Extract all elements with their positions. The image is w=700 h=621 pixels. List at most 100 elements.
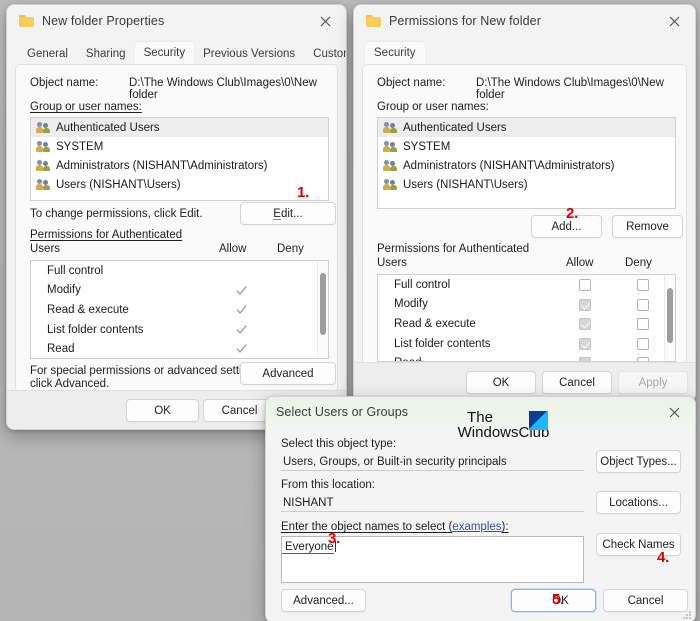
- examples-link[interactable]: examples: [452, 521, 501, 533]
- dialog1-tabstrip: General Sharing Security Previous Versio…: [7, 41, 346, 64]
- allow-check-icon: [235, 323, 248, 336]
- dialog1-title: New folder Properties: [42, 14, 165, 28]
- permissions-scrollbar[interactable]: [317, 261, 328, 358]
- ok-button[interactable]: OK: [126, 399, 199, 422]
- advanced-button[interactable]: Advanced: [240, 362, 336, 385]
- deny-checkbox[interactable]: [637, 337, 649, 350]
- dialog1-titlebar: New folder Properties: [7, 5, 346, 37]
- cancel-button[interactable]: Cancel: [603, 589, 688, 612]
- users-icon: [383, 121, 397, 134]
- permissions-for-label-line1: Permissions for Authenticated: [30, 229, 182, 241]
- permissions-for-new-folder-dialog: Permissions for New folder Security Obje…: [353, 4, 696, 402]
- cancel-button-label: Cancel: [627, 594, 664, 607]
- tab-security[interactable]: Security: [365, 42, 425, 64]
- close-icon[interactable]: [653, 5, 695, 37]
- cancel-button[interactable]: Cancel: [542, 371, 612, 394]
- scrollbar-thumb[interactable]: [667, 288, 673, 343]
- list-item[interactable]: Users (NISHANT\Users): [31, 175, 328, 194]
- location-value[interactable]: NISHANT: [281, 494, 584, 512]
- permission-label: List folder contents: [394, 337, 491, 350]
- list-item[interactable]: Administrators (NISHANT\Administrators): [378, 156, 675, 175]
- list-item-label: Administrators (NISHANT\Administrators): [403, 159, 615, 172]
- permission-row[interactable]: Modify: [378, 295, 675, 315]
- tab-security[interactable]: Security: [134, 42, 195, 64]
- permission-row[interactable]: Read: [378, 353, 675, 361]
- resize-grip-icon[interactable]: [683, 611, 692, 620]
- desktop-background: New folder Properties General Sharing Se…: [0, 0, 700, 621]
- group-label-text: Group or user names:: [377, 101, 489, 113]
- tab-general[interactable]: General: [18, 45, 77, 64]
- edit-button[interactable]: Edit...: [240, 202, 336, 225]
- list-item[interactable]: Administrators (NISHANT\Administrators): [31, 156, 328, 175]
- permission-row[interactable]: List folder contents: [378, 334, 675, 354]
- advanced-button[interactable]: Advanced...: [281, 589, 366, 612]
- enter-names-post: ):: [501, 521, 509, 533]
- permission-row[interactable]: Read & execute: [31, 300, 328, 320]
- list-item[interactable]: SYSTEM: [31, 137, 328, 156]
- object-type-text: Users, Groups, or Built-in security prin…: [283, 456, 507, 468]
- deny-checkbox[interactable]: [637, 279, 649, 291]
- tab-previous-versions[interactable]: Previous Versions: [194, 45, 304, 64]
- advanced-hint-line2: click Advanced.: [30, 378, 110, 390]
- remove-button[interactable]: Remove: [612, 215, 683, 238]
- annotation-1: 1.: [297, 184, 310, 201]
- object-type-value[interactable]: Users, Groups, or Built-in security prin…: [281, 453, 584, 471]
- users-icon: [36, 159, 50, 172]
- tab-sharing[interactable]: Sharing: [77, 45, 135, 64]
- allow-checkbox[interactable]: [579, 279, 591, 291]
- group-user-list[interactable]: Authenticated Users SYSTEM Administrator…: [30, 117, 329, 201]
- permission-row[interactable]: List folder contents: [31, 320, 328, 340]
- deny-checkbox[interactable]: [637, 298, 649, 311]
- allow-check-icon: [235, 342, 248, 355]
- ok-button[interactable]: OK: [466, 371, 536, 394]
- object-type-label: Select this object type:: [281, 438, 397, 450]
- list-item[interactable]: Authenticated Users: [31, 118, 328, 137]
- list-item-label: Users (NISHANT\Users): [56, 178, 181, 191]
- dialog2-titlebar: Permissions for New folder: [354, 5, 695, 37]
- users-icon: [383, 159, 397, 172]
- close-icon[interactable]: [304, 5, 346, 37]
- permission-label: Read: [47, 343, 75, 356]
- locations-button-label: Locations...: [609, 496, 668, 509]
- folder-icon: [366, 15, 381, 27]
- list-item-label: Administrators (NISHANT\Administrators): [56, 159, 268, 172]
- list-item[interactable]: Users (NISHANT\Users): [378, 175, 675, 194]
- object-names-input[interactable]: Everyone: [281, 536, 584, 583]
- deny-checkbox[interactable]: [637, 318, 649, 331]
- annotation-3: 3.: [328, 530, 341, 547]
- allow-column-header: Allow: [566, 257, 594, 269]
- permission-row[interactable]: Read & execute: [378, 314, 675, 334]
- annotation-5: 5.: [552, 591, 565, 608]
- scrollbar-thumb[interactable]: [320, 273, 326, 335]
- permission-row[interactable]: Read: [31, 339, 328, 358]
- permissions-list[interactable]: Full control Modify Read & execute List …: [377, 274, 676, 362]
- group-or-user-names-label: Group or user names:: [377, 101, 489, 113]
- cancel-button-label: Cancel: [559, 376, 595, 389]
- change-permissions-hint: To change permissions, click Edit.: [30, 208, 203, 220]
- allow-checkbox: [579, 318, 591, 331]
- allow-check-icon: [235, 303, 248, 316]
- list-item-label: SYSTEM: [56, 140, 104, 153]
- dialog2-tabstrip: Security: [354, 41, 695, 64]
- users-icon: [383, 140, 397, 153]
- close-icon[interactable]: [653, 397, 695, 427]
- permission-row[interactable]: Modify: [31, 281, 328, 301]
- advanced-button-label: Advanced: [262, 367, 314, 380]
- permission-row[interactable]: Full control: [31, 261, 328, 281]
- apply-button: Apply: [618, 371, 688, 394]
- list-item[interactable]: SYSTEM: [378, 137, 675, 156]
- permission-label: List folder contents: [47, 323, 144, 336]
- object-types-button-real[interactable]: Object Types...: [596, 450, 681, 473]
- permissions-scrollbar[interactable]: [664, 275, 675, 361]
- advanced-button-label: Advanced...: [293, 594, 354, 607]
- locations-button[interactable]: Locations...: [596, 491, 681, 514]
- group-user-list[interactable]: Authenticated Users SYSTEM Administrator…: [377, 117, 676, 209]
- tab-customize[interactable]: Customize: [304, 45, 346, 64]
- list-item[interactable]: Authenticated Users: [378, 118, 675, 137]
- dialog2-title: Permissions for New folder: [389, 14, 541, 28]
- permissions-list[interactable]: Full control Modify Read & execute List …: [30, 260, 329, 359]
- users-icon: [36, 121, 50, 134]
- list-item-label: Users (NISHANT\Users): [403, 178, 528, 191]
- deny-column-header: Deny: [625, 257, 652, 269]
- permission-row[interactable]: Full control: [378, 275, 675, 295]
